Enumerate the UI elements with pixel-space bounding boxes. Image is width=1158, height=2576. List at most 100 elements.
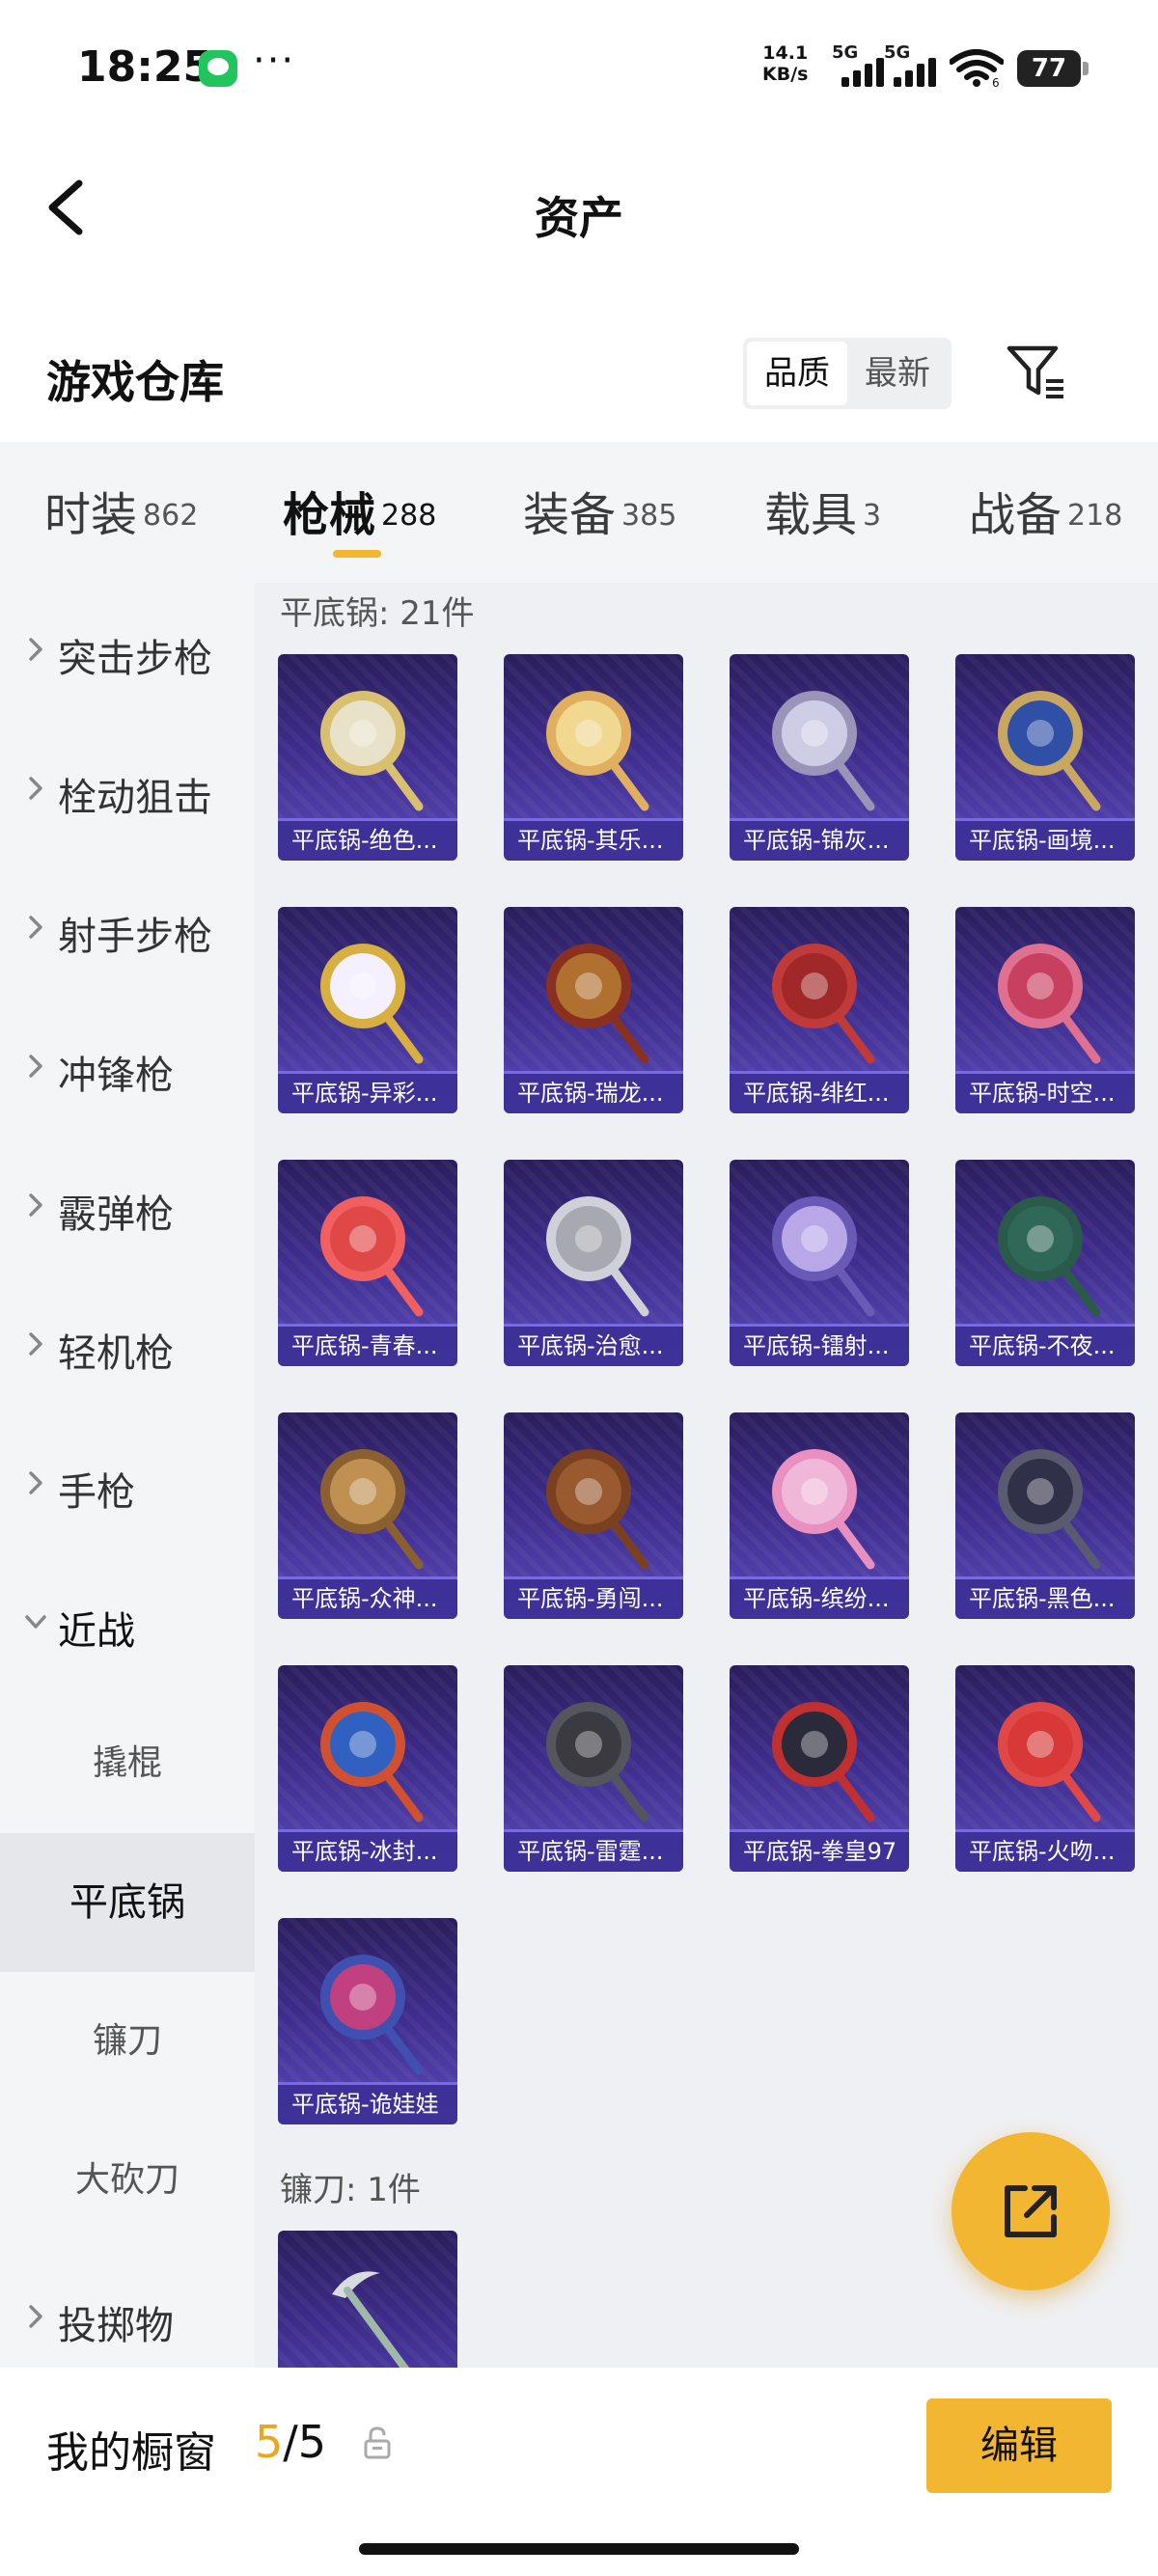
filter-icon[interactable] xyxy=(1006,343,1067,402)
item-card[interactable]: 平底锅-缤纷... xyxy=(730,1412,909,1619)
sidebar-category[interactable]: 栓动狙击 xyxy=(0,722,255,861)
item-card[interactable]: 平底锅-雷霆... xyxy=(504,1665,683,1872)
frying-pan-icon xyxy=(320,691,424,811)
sidebar-category-label: 冲锋枪 xyxy=(58,1054,174,1098)
scythe-icon xyxy=(332,2271,410,2368)
frying-pan-icon xyxy=(546,691,649,811)
frying-pan-icon xyxy=(546,944,649,1064)
item-card[interactable]: 平底锅-青春... xyxy=(278,1160,457,1366)
network-speed-unit: KB/s xyxy=(762,64,809,85)
frying-pan-icon xyxy=(998,1196,1101,1317)
item-card[interactable]: 平底锅-治愈... xyxy=(504,1160,683,1366)
chevron-right-icon xyxy=(29,916,42,939)
sidebar-subitem[interactable]: 镰刀 xyxy=(0,1972,255,2111)
item-card[interactable]: 平底锅-镭射... xyxy=(730,1160,909,1366)
item-card[interactable]: 平底锅-锦灰... xyxy=(730,654,909,861)
frying-pan-icon xyxy=(320,1702,424,1822)
item-name: 平底锅-雷霆... xyxy=(504,1829,683,1872)
item-card[interactable]: 平底锅-瑞龙... xyxy=(504,907,683,1113)
sidebar-subitem[interactable]: 平底锅 xyxy=(0,1833,255,1972)
sidebar-category-melee[interactable]: 近战 xyxy=(0,1555,255,1694)
item-name: 平底锅-勇闯... xyxy=(504,1576,683,1619)
share-floating-button[interactable] xyxy=(951,2132,1110,2290)
sidebar-category[interactable]: 霰弹枪 xyxy=(0,1138,255,1277)
battery-icon: 77 xyxy=(1017,50,1089,87)
item-name: 平底锅-异彩... xyxy=(278,1071,457,1113)
tab-vehicles[interactable]: 载具 3 xyxy=(764,477,881,544)
frying-pan-icon xyxy=(772,1196,875,1317)
sidebar-category-label: 近战 xyxy=(58,1609,135,1654)
frying-pan-icon xyxy=(546,1702,649,1822)
chevron-right-icon xyxy=(29,1332,42,1356)
frying-pan-icon xyxy=(546,1449,649,1570)
chevron-right-icon xyxy=(29,1193,42,1217)
sidebar-subitem[interactable]: 大砍刀 xyxy=(0,2111,255,2250)
sidebar-category-label: 轻机枪 xyxy=(58,1331,174,1376)
item-card[interactable]: 平底锅-绯红... xyxy=(730,907,909,1113)
item-name: 平底锅-众神... xyxy=(278,1576,457,1619)
chevron-right-icon xyxy=(29,2305,42,2328)
status-time: 18:25 xyxy=(77,42,213,92)
sort-newest-button[interactable]: 最新 xyxy=(847,342,948,405)
sidebar-category[interactable]: 突击步枪 xyxy=(0,583,255,722)
signal-icon-1: 5G xyxy=(832,42,890,87)
sidebar-subitem[interactable]: 撬棍 xyxy=(0,1694,255,1833)
wifi-badge: 6 xyxy=(992,76,1000,87)
item-name: 平底锅-冰封... xyxy=(278,1829,457,1872)
group-title: 镰刀: 1件 xyxy=(280,2171,421,2209)
frying-pan-icon xyxy=(320,1196,424,1317)
sidebar-category[interactable]: 手枪 xyxy=(0,1416,255,1555)
item-name: 平底锅-黑色... xyxy=(955,1576,1135,1619)
sidebar-category[interactable]: 轻机枪 xyxy=(0,1277,255,1416)
item-name: 平底锅-缤纷... xyxy=(730,1576,909,1619)
item-card[interactable]: 平底锅-冰封... xyxy=(278,1665,457,1872)
item-card[interactable]: 平底锅-诡娃娃 xyxy=(278,1918,457,2124)
tab-tactical-gear[interactable]: 战备 218 xyxy=(969,477,1122,544)
item-card[interactable]: 平底锅-众神... xyxy=(278,1412,457,1619)
item-card[interactable]: 平底锅-绝色... xyxy=(278,654,457,861)
item-card[interactable]: 平底锅-拳皇97 xyxy=(730,1665,909,1872)
tab-firearms[interactable]: 枪械 288 xyxy=(283,477,436,544)
frying-pan-icon xyxy=(772,944,875,1064)
network-speed-value: 14.1 xyxy=(762,42,809,64)
sidebar-category[interactable]: 射手步枪 xyxy=(0,861,255,1000)
sidebar-category-label: 突击步枪 xyxy=(58,637,212,681)
item-grid-area[interactable]: 平底锅: 21件 平底锅-绝色... 平底锅-其乐... 平底锅-锦灰... 平底锅-画… xyxy=(255,583,1158,2368)
item-card[interactable]: 平底锅-勇闯... xyxy=(504,1412,683,1619)
item-card[interactable]: 平底锅-不夜... xyxy=(955,1160,1135,1366)
showcase-bar: 我的橱窗 5/5 编辑 xyxy=(0,2368,1158,2503)
tab-equipment[interactable]: 装备 385 xyxy=(523,477,676,544)
frying-pan-icon xyxy=(772,1449,875,1570)
item-card[interactable]: 平底锅-时空... xyxy=(955,907,1135,1113)
category-tabs: 时装 862 枪械 288 装备 385 载具 3 战备 218 xyxy=(0,442,1158,583)
tab-fashion[interactable]: 时装 862 xyxy=(44,477,198,544)
sidebar-category-label: 投掷物 xyxy=(58,2304,174,2348)
frying-pan-icon xyxy=(772,1702,875,1822)
external-link-icon xyxy=(1005,2185,1057,2237)
edit-button[interactable]: 编辑 xyxy=(926,2398,1112,2493)
item-name: 平底锅-火吻... xyxy=(955,1829,1135,1872)
sidebar-category[interactable]: 冲锋枪 xyxy=(0,1000,255,1138)
weapon-category-sidebar: 突击步枪栓动狙击 射手步枪冲锋枪霰弹枪轻机枪手枪近战撬棍 平底锅 镰刀 大砍刀投掷物 xyxy=(0,583,255,2368)
message-app-icon xyxy=(199,50,237,87)
section-title: 游戏仓库 xyxy=(46,356,224,408)
item-card[interactable]: 平底锅-其乐... xyxy=(504,654,683,861)
item-card[interactable]: 平底锅-异彩... xyxy=(278,907,457,1113)
sort-quality-button[interactable]: 品质 xyxy=(747,342,847,405)
frying-pan-icon xyxy=(546,1196,649,1317)
item-name: 平底锅-锦灰... xyxy=(730,818,909,861)
item-name: 平底锅-治愈... xyxy=(504,1324,683,1366)
chevron-right-icon xyxy=(29,638,42,661)
signal-icon-2: 5G xyxy=(884,42,942,87)
item-card[interactable] xyxy=(278,2231,457,2368)
frying-pan-icon xyxy=(320,1449,424,1570)
chevron-down-icon xyxy=(25,1615,46,1629)
frying-pan-icon xyxy=(998,944,1101,1064)
item-card[interactable]: 平底锅-黑色... xyxy=(955,1412,1135,1619)
showcase-count: 5/5 xyxy=(255,2416,327,2468)
frying-pan-icon xyxy=(320,1955,424,2075)
item-name: 平底锅-其乐... xyxy=(504,818,683,861)
sort-toggle: 品质 最新 xyxy=(743,338,951,409)
item-card[interactable]: 平底锅-画境... xyxy=(955,654,1135,861)
item-card[interactable]: 平底锅-火吻... xyxy=(955,1665,1135,1872)
